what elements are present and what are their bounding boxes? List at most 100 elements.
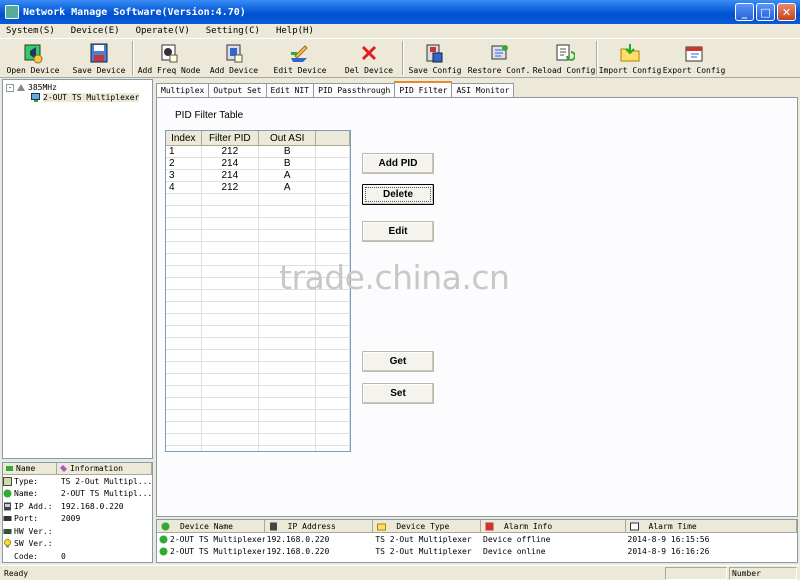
empty-table-row (166, 206, 350, 218)
info-header-information[interactable]: Information (57, 463, 152, 474)
empty-table-row (166, 434, 350, 446)
info-row-hw-ver: HW Ver.: (3, 525, 152, 538)
tree-node-root[interactable]: - 385MHz (6, 83, 57, 92)
device-node-icon (31, 93, 40, 102)
menu-device[interactable]: Device(E) (71, 26, 120, 36)
import-config-button[interactable]: Import Config (598, 39, 662, 77)
device-name-icon (161, 522, 170, 530)
delete-icon (357, 42, 381, 64)
info-header-name[interactable]: Name (3, 463, 57, 474)
title-bar: Network Manage Software(Version:4.70) _ … (0, 0, 800, 24)
empty-table-row (166, 218, 350, 230)
tab-edit-nit[interactable]: Edit NIT (265, 83, 315, 97)
tab-pid-filter[interactable]: PID Filter (394, 81, 453, 97)
export-config-button[interactable]: Export Config (662, 39, 726, 77)
device-status-icon (159, 547, 168, 555)
column-header-alarm-info[interactable]: Alarm Info (481, 520, 626, 532)
add-pid-button[interactable]: Add PID (362, 153, 434, 174)
menu-system[interactable]: System(S) (6, 26, 55, 36)
info-row-name: Name: 2-OUT TS Multipl... (3, 488, 152, 501)
column-header-device-type[interactable]: Device Type (373, 520, 481, 532)
info-header: Name Information (3, 463, 152, 475)
menu-operate[interactable]: Operate(V) (136, 26, 190, 36)
tab-pid-passthrough[interactable]: PID Passthrough (313, 83, 396, 97)
tree-node-device-label: 2-OUT TS Multiplexer (43, 93, 140, 102)
window-controls: _ □ ✕ (735, 3, 796, 21)
toolbar: Open Device Save Device Add Freq Node Ad… (0, 38, 800, 78)
device-status-icon (159, 535, 168, 543)
tree-expander[interactable]: - (6, 83, 14, 92)
save-device-button[interactable]: Save Device (66, 39, 132, 77)
tree-node-root-label: 385MHz (28, 83, 57, 92)
column-header-alarm-time[interactable]: Alarm Time (626, 520, 797, 532)
add-freq-node-icon (157, 42, 181, 64)
name-column-icon (6, 466, 13, 471)
window-title: Network Manage Software(Version:4.70) (23, 6, 246, 18)
close-button[interactable]: ✕ (777, 3, 796, 21)
save-config-icon (423, 42, 447, 64)
status-text: Ready (4, 568, 29, 578)
empty-table-row (166, 410, 350, 422)
empty-table-row (166, 194, 350, 206)
column-header-blank (316, 131, 350, 145)
info-column-icon (60, 465, 67, 472)
alarm-row[interactable]: 2-OUT TS Multiplexer 192.168.0.220 TS 2-… (157, 545, 797, 557)
reload-config-button[interactable]: Reload Config (532, 39, 596, 77)
column-header-index[interactable]: Index (166, 131, 202, 145)
alarm-row[interactable]: 2-OUT TS Multiplexer 192.168.0.220 TS 2-… (157, 533, 797, 545)
type-icon (3, 476, 12, 486)
lightbulb-icon (4, 539, 11, 548)
export-config-icon (682, 42, 706, 64)
edit-device-button[interactable]: Edit Device (264, 39, 336, 77)
alarm-header: Device Name IP Address Device Type Alarm… (157, 520, 797, 533)
add-device-button[interactable]: Add Device (204, 39, 264, 77)
device-info-panel: Name Information Type: TS 2-Out Multipl.… (2, 462, 153, 563)
save-config-button[interactable]: Save Config (404, 39, 466, 77)
set-button[interactable]: Set (362, 383, 434, 404)
minimize-button[interactable]: _ (735, 3, 754, 21)
ip-icon (269, 522, 277, 530)
empty-table-row (166, 446, 350, 451)
globe-icon (3, 489, 12, 498)
del-device-button[interactable]: Del Device (336, 39, 402, 77)
device-tree[interactable]: - 385MHz 2-OUT TS Multiplexer (2, 79, 153, 459)
empty-table-row (166, 230, 350, 242)
column-header-device-name[interactable]: Device Name (157, 520, 265, 532)
empty-table-row (166, 386, 350, 398)
empty-table-row (166, 350, 350, 362)
tree-node-device[interactable]: 2-OUT TS Multiplexer (31, 93, 140, 102)
info-row-type: Type: TS 2-Out Multipl... (3, 475, 152, 488)
empty-table-row (166, 338, 350, 350)
tab-asi-monitor[interactable]: ASI Monitor (451, 83, 515, 97)
column-header-filter-pid[interactable]: Filter PID (202, 131, 259, 145)
get-button[interactable]: Get (362, 351, 434, 372)
table-header: Index Filter PID Out ASI (166, 131, 350, 146)
info-row-port: Port: 2009 (3, 513, 152, 526)
menu-setting[interactable]: Setting(C) (206, 26, 260, 36)
table-row[interactable]: 1 212 B (166, 146, 350, 158)
empty-table-row (166, 374, 350, 386)
delete-button[interactable]: Delete (362, 184, 434, 205)
column-header-out-asi[interactable]: Out ASI (259, 131, 317, 145)
alarm-list[interactable]: Device Name IP Address Device Type Alarm… (156, 519, 798, 563)
tab-output-set[interactable]: Output Set (208, 83, 267, 97)
pid-filter-page: PID Filter Table Index Filter PID Out AS… (156, 97, 798, 517)
empty-table-row (166, 302, 350, 314)
table-row[interactable]: 2 214 B (166, 158, 350, 170)
table-row[interactable]: 4 212 A (166, 182, 350, 194)
edit-button[interactable]: Edit (362, 221, 434, 242)
watermark: trade.china.cn (279, 258, 510, 297)
restore-config-button[interactable]: Restore Conf. (466, 39, 532, 77)
status-pane-number: Number (729, 567, 797, 580)
open-device-button[interactable]: Open Device (0, 39, 66, 77)
port-icon (3, 516, 12, 522)
column-header-ip-address[interactable]: IP Address (265, 520, 374, 532)
ip-icon (4, 502, 11, 511)
add-freq-node-button[interactable]: Add Freq Node (134, 39, 204, 77)
empty-table-row (166, 326, 350, 338)
add-device-icon (222, 42, 246, 64)
menu-help[interactable]: Help(H) (276, 26, 314, 36)
tab-multiplex[interactable]: Multiplex (156, 83, 210, 97)
maximize-button[interactable]: □ (756, 3, 775, 21)
table-row[interactable]: 3 214 A (166, 170, 350, 182)
